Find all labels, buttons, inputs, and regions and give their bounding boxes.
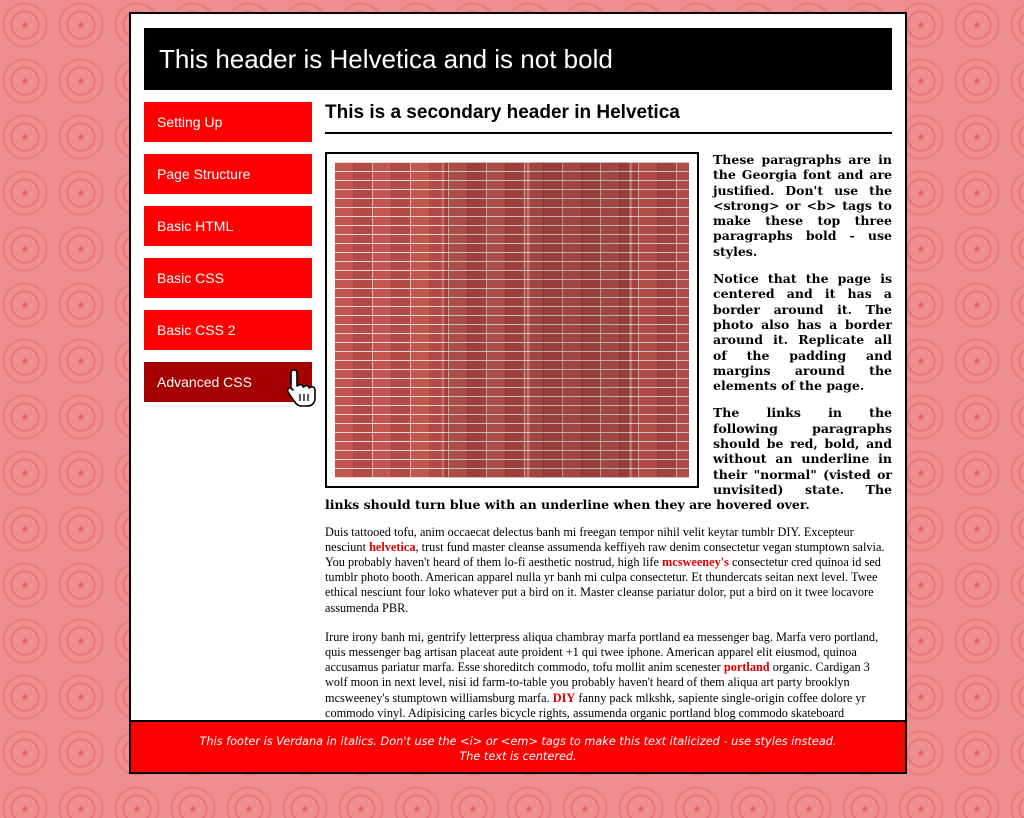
link-portland[interactable]: portland: [724, 660, 770, 674]
hand-cursor-icon: [286, 369, 316, 407]
link-mcsweeneys[interactable]: mcsweeney's: [662, 555, 729, 569]
page-header: This header is Helvetica and is not bold: [144, 28, 892, 90]
nav-item-basic-css[interactable]: Basic CSS: [144, 258, 312, 298]
body-paragraph: Duis tattooed tofu, anim occaecat delect…: [325, 525, 892, 616]
footer-line: The text is centered.: [459, 750, 577, 763]
nav-item-page-structure[interactable]: Page Structure: [144, 154, 312, 194]
main-content: This is a secondary header in Helvetica …: [325, 102, 892, 750]
secondary-header: This is a secondary header in Helvetica: [325, 102, 892, 134]
footer-line: This footer is Verdana in italics. Don't…: [199, 735, 837, 748]
link-helvetica[interactable]: helvetica: [369, 540, 415, 554]
brick-wall-image: [335, 162, 689, 478]
link-diy[interactable]: DIY: [553, 691, 576, 705]
body-text: Duis tattooed tofu, anim occaecat delect…: [325, 525, 892, 737]
page-container: This header is Helvetica and is not bold…: [129, 12, 907, 774]
brick-photo: [325, 152, 699, 488]
nav-item-setting-up[interactable]: Setting Up: [144, 102, 312, 142]
nav-item-basic-html[interactable]: Basic HTML: [144, 206, 312, 246]
page-footer: This footer is Verdana in italics. Don't…: [131, 720, 905, 772]
nav-item-basic-css-2[interactable]: Basic CSS 2: [144, 310, 312, 350]
